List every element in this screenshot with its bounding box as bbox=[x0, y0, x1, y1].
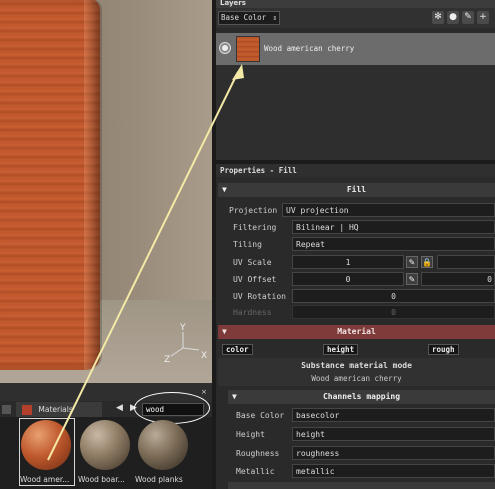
channel-chip-height[interactable]: height bbox=[323, 344, 359, 355]
layers-panel-title: Layers bbox=[216, 0, 495, 8]
materials-tab-label: Materials bbox=[38, 405, 73, 414]
mapping-value-basecolor: basecolor bbox=[296, 411, 340, 420]
mapping-value-height: height bbox=[296, 430, 325, 439]
collapse-triangle-icon: ▼ bbox=[222, 327, 227, 336]
filtering-label: Filtering bbox=[233, 223, 277, 232]
material-section-header[interactable]: ▼ Material bbox=[218, 325, 495, 339]
hardness-label: Hardness bbox=[233, 308, 272, 317]
channels-mapping-header[interactable]: ▼ Channels mapping bbox=[228, 390, 495, 404]
fill-section-header[interactable]: ▼ Fill bbox=[218, 183, 495, 197]
projection-select[interactable]: UV projection bbox=[282, 203, 495, 217]
edit-icon-2[interactable]: ✎ bbox=[406, 273, 418, 285]
channel-select-value: Base Color bbox=[221, 13, 267, 22]
mapping-label-roughness: Roughness bbox=[236, 449, 280, 458]
mapping-value-roughness: roughness bbox=[296, 449, 340, 458]
mapping-label-metallic: Metallic bbox=[236, 467, 275, 476]
grid-view-icon[interactable] bbox=[2, 405, 11, 414]
material-thumb-wood-american-cherry[interactable] bbox=[21, 420, 71, 470]
mapping-value-metallic: metallic bbox=[296, 467, 335, 476]
filtering-value: Bilinear | HQ bbox=[296, 223, 359, 232]
axis-x-label: X bbox=[201, 351, 207, 361]
axis-gizmo: Y Z X bbox=[164, 323, 207, 365]
tab-materials[interactable]: Materials bbox=[16, 402, 102, 417]
add-icon[interactable]: + bbox=[477, 11, 489, 24]
axis-z-label: Z bbox=[164, 355, 170, 365]
lock-icon[interactable]: 🔒 bbox=[421, 256, 433, 268]
uv-offset-field[interactable]: 0 bbox=[292, 272, 404, 286]
tiling-select[interactable]: Repeat bbox=[292, 237, 495, 251]
next-section-header[interactable] bbox=[228, 482, 495, 489]
channel-chip-rough[interactable]: rough bbox=[428, 344, 459, 355]
projection-value: UV projection bbox=[286, 206, 349, 215]
material-label-3[interactable]: Wood planks bbox=[135, 475, 183, 484]
mapping-select-height[interactable]: height bbox=[292, 427, 495, 441]
mapping-label-basecolor: Base Color bbox=[236, 411, 285, 420]
uv-scale-label: UV Scale bbox=[233, 258, 272, 267]
mapping-select-basecolor[interactable]: basecolor bbox=[292, 408, 495, 422]
properties-panel-title: Properties - Fill bbox=[216, 164, 495, 177]
edit-icon[interactable]: ✎ bbox=[406, 256, 418, 268]
fill-section-title: Fill bbox=[346, 185, 367, 194]
material-thumb-wood-board[interactable] bbox=[80, 420, 130, 470]
wood-cube-edge bbox=[84, 0, 102, 370]
axis-y-label: Y bbox=[179, 323, 186, 333]
channels-mapping-title: Channels mapping bbox=[322, 392, 401, 401]
tiling-value: Repeat bbox=[296, 240, 325, 249]
chevron-down-icon: ⇕ bbox=[272, 13, 277, 22]
substance-mode-label: Substance material mode bbox=[301, 361, 412, 370]
collapse-triangle-icon: ▼ bbox=[222, 185, 227, 194]
layer-thumbnail bbox=[236, 36, 260, 62]
uv-offset-field-2[interactable]: 0 bbox=[421, 272, 495, 286]
material-label-1[interactable]: Wood amer... bbox=[20, 475, 69, 484]
mapping-select-roughness[interactable]: roughness bbox=[292, 446, 495, 460]
uv-rotation-field[interactable]: 0 bbox=[292, 289, 495, 303]
mapping-label-height: Height bbox=[236, 430, 265, 439]
filtering-select[interactable]: Bilinear | HQ bbox=[292, 220, 495, 234]
uv-scale-field-2[interactable] bbox=[437, 255, 495, 269]
materials-tab-icon bbox=[22, 405, 32, 415]
uv-offset-label: UV Offset bbox=[233, 275, 277, 284]
collapse-triangle-icon: ▼ bbox=[232, 392, 237, 401]
substance-mode-value: Wood american cherry bbox=[311, 374, 402, 383]
layer-name[interactable]: Wood american cherry bbox=[264, 44, 404, 53]
hardness-field-disabled: 0 bbox=[292, 305, 495, 319]
projection-label: Projection bbox=[229, 206, 278, 215]
visibility-dot-icon bbox=[222, 45, 228, 51]
uv-rotation-label: UV Rotation bbox=[233, 292, 286, 301]
layers-list-area bbox=[216, 65, 495, 160]
material-label-2[interactable]: Wood boar... bbox=[78, 475, 125, 484]
channel-chip-color[interactable]: color bbox=[222, 344, 253, 355]
material-section-title: Material bbox=[337, 327, 376, 336]
particles-icon[interactable]: ✻ bbox=[432, 11, 444, 24]
material-thumb-wood-planks[interactable] bbox=[138, 420, 188, 470]
uv-scale-field[interactable]: 1 bbox=[292, 255, 404, 269]
tiling-label: Tiling bbox=[233, 240, 262, 249]
brush-icon[interactable]: ✎ bbox=[462, 11, 474, 24]
search-highlight-annotation bbox=[134, 392, 210, 424]
channel-select[interactable]: Base Color ⇕ bbox=[218, 11, 280, 25]
3d-viewport[interactable]: Y Z X bbox=[0, 0, 212, 383]
circle-icon[interactable]: ● bbox=[447, 11, 459, 24]
clear-search-icon[interactable]: × bbox=[201, 388, 207, 396]
tab-prev-icon[interactable]: ◀ bbox=[116, 403, 123, 413]
mapping-select-metallic[interactable]: metallic bbox=[292, 464, 495, 478]
